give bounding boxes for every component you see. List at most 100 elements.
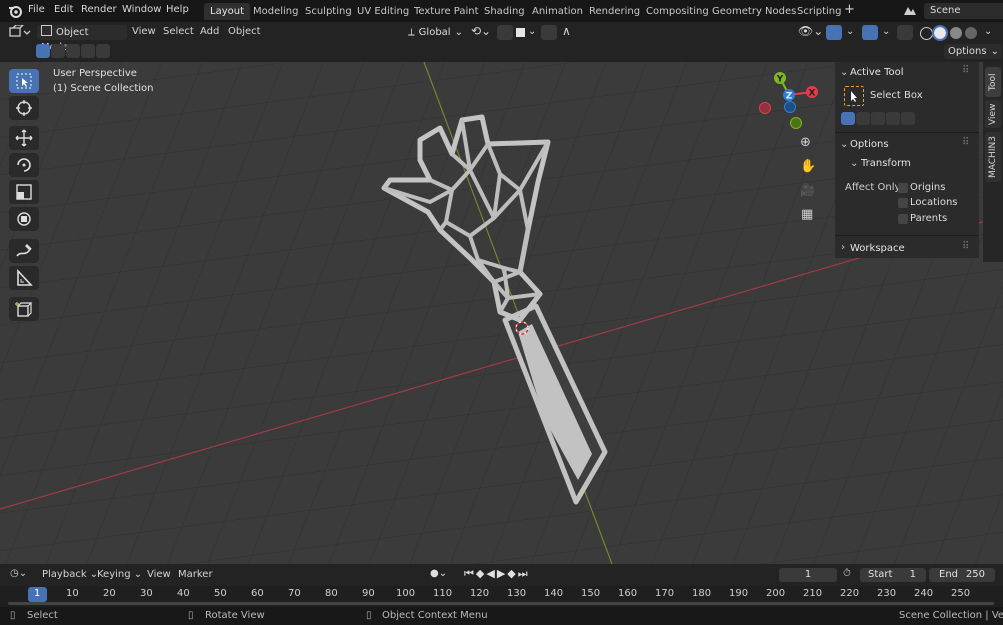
tab-geometry-nodes[interactable]: Geometry Nodes (706, 3, 802, 20)
solid-shading-icon[interactable] (932, 25, 948, 41)
select-invert-icon[interactable] (81, 44, 95, 58)
tool-transform[interactable] (9, 207, 39, 231)
menu-view[interactable]: View (132, 26, 156, 37)
options-dropdown[interactable]: Options ⌄ (944, 44, 1002, 59)
chevron-down-icon[interactable]: ⌄ (850, 158, 858, 169)
origins-checkbox[interactable] (898, 183, 908, 193)
timeline-ruler[interactable]: 1 10 20 30 40 50 60 70 80 90 100 110 120… (0, 586, 1003, 607)
select-subtract-icon[interactable] (871, 112, 885, 125)
tab-tool[interactable]: Tool (985, 67, 1001, 97)
select-subtract-icon[interactable] (66, 44, 80, 58)
gizmo-toggle-icon[interactable] (826, 25, 842, 40)
record-icon[interactable]: ●⌄ (430, 568, 447, 579)
select-invert-icon[interactable] (886, 112, 900, 125)
select-extend-icon[interactable] (856, 112, 870, 125)
current-frame-field[interactable]: 1 (779, 568, 837, 582)
tab-machin3[interactable]: MACHIN3 (985, 132, 1001, 182)
select-extend-icon[interactable] (51, 44, 65, 58)
rendered-shading-icon[interactable] (965, 27, 977, 39)
camera-view-icon[interactable]: 🎥 (800, 183, 815, 197)
chevron-down-icon[interactable]: ⌄ (984, 26, 992, 37)
select-intersect-icon[interactable] (96, 44, 110, 58)
wireframe-shading-icon[interactable] (920, 27, 933, 40)
tab-shading[interactable]: Shading (478, 3, 531, 20)
select-intersect-icon[interactable] (901, 112, 915, 125)
tool-add-cube[interactable] (9, 297, 39, 321)
tab-scripting[interactable]: Scripting (791, 3, 847, 20)
tab-animation[interactable]: Animation (526, 3, 589, 20)
active-tool-title[interactable]: Active Tool (850, 67, 904, 78)
pivot-icon[interactable]: ⟲⌄ (471, 24, 491, 38)
tab-view[interactable]: View (985, 100, 1001, 128)
parents-checkbox[interactable] (898, 214, 908, 224)
menu-file[interactable]: File (28, 4, 45, 15)
select-box-tool-icon[interactable] (844, 86, 864, 106)
workspace-title[interactable]: Workspace (850, 243, 905, 254)
overlay-toggle-icon[interactable] (862, 25, 878, 40)
playback-controls[interactable]: ⏮◆◀▶◆⏭ (464, 567, 530, 581)
drag-handle-icon[interactable]: ⠿ (962, 241, 969, 252)
pan-hand-icon[interactable]: ✋ (800, 159, 816, 174)
chevron-down-icon[interactable]: ⌄ (846, 26, 854, 37)
tab-layout[interactable]: Layout (204, 3, 250, 20)
menu-marker[interactable]: Marker (178, 569, 213, 580)
tool-move[interactable] (9, 126, 39, 150)
editor-type-icon[interactable] (9, 24, 31, 42)
blender-logo-icon[interactable] (8, 4, 22, 21)
drag-handle-icon[interactable]: ⠿ (962, 65, 969, 76)
navigation-gizmo[interactable]: X Y Z (756, 70, 824, 138)
tool-rotate[interactable] (9, 153, 39, 177)
tool-measure[interactable] (9, 266, 39, 290)
menu-keying[interactable]: Keying ⌄ (97, 569, 142, 580)
snap-target-icon[interactable] (516, 28, 525, 37)
tab-compositing[interactable]: Compositing (640, 3, 715, 20)
options-title[interactable]: Options (850, 139, 889, 150)
menu-edit[interactable]: Edit (54, 4, 73, 15)
timeline-editor-icon[interactable]: ◷⌄ (10, 568, 27, 579)
add-workspace-button[interactable]: + (844, 2, 855, 17)
menu-help[interactable]: Help (166, 4, 189, 15)
start-frame-field[interactable]: Start 1 (860, 568, 926, 582)
drag-handle-icon[interactable]: ⠿ (962, 137, 969, 148)
tab-modeling[interactable]: Modeling (247, 3, 305, 20)
material-shading-icon[interactable] (950, 27, 962, 39)
tool-select-box[interactable] (9, 69, 39, 93)
scene-icon[interactable] (902, 4, 918, 20)
chevron-right-icon[interactable]: › (841, 242, 845, 253)
locations-checkbox[interactable] (898, 198, 908, 208)
xray-toggle-icon[interactable] (897, 25, 913, 40)
tab-rendering[interactable]: Rendering (583, 3, 646, 20)
ortho-grid-icon[interactable]: ▦ (801, 207, 813, 222)
orientation-dropdown[interactable]: ⟂ Global ⌄ (404, 25, 470, 40)
chevron-down-icon[interactable]: ⌄ (882, 26, 890, 37)
menu-render[interactable]: Render (81, 4, 117, 15)
falloff-icon[interactable]: ∧ (562, 24, 571, 38)
zoom-icon[interactable]: ⊕ (800, 135, 811, 150)
menu-timeline-view[interactable]: View (147, 569, 171, 580)
menu-playback[interactable]: Playback ⌄ (42, 569, 98, 580)
stopwatch-icon[interactable]: ⏱ (843, 568, 851, 579)
snap-icon[interactable] (497, 25, 513, 40)
chevron-down-icon[interactable]: ⌄ (528, 26, 536, 37)
menu-select[interactable]: Select (163, 26, 194, 37)
tab-uv-editing[interactable]: UV Editing (351, 3, 415, 20)
timeline-scrollbar[interactable] (8, 602, 994, 605)
chevron-down-icon[interactable]: ⌄ (840, 67, 848, 78)
menu-object[interactable]: Object (228, 26, 261, 37)
tool-scale[interactable] (9, 180, 39, 204)
tab-sculpting[interactable]: Sculpting (299, 3, 358, 20)
select-new-icon[interactable] (36, 44, 50, 58)
visibility-icon[interactable]: 👁⌄ (798, 24, 823, 38)
tab-texture-paint[interactable]: Texture Paint (408, 3, 485, 20)
select-new-icon[interactable] (841, 112, 855, 125)
end-frame-field[interactable]: End 250 (929, 568, 995, 582)
chevron-down-icon[interactable]: ⌄ (840, 139, 848, 150)
mode-dropdown[interactable]: Object Mode⌄ (37, 25, 127, 53)
tool-cursor[interactable] (9, 96, 39, 120)
tool-annotate[interactable] (9, 239, 39, 263)
scene-selector[interactable]: Scene (924, 3, 1003, 19)
transform-title[interactable]: Transform (861, 158, 911, 169)
proportional-edit-icon[interactable] (541, 25, 557, 40)
menu-window[interactable]: Window (122, 4, 161, 15)
menu-add[interactable]: Add (200, 26, 219, 37)
